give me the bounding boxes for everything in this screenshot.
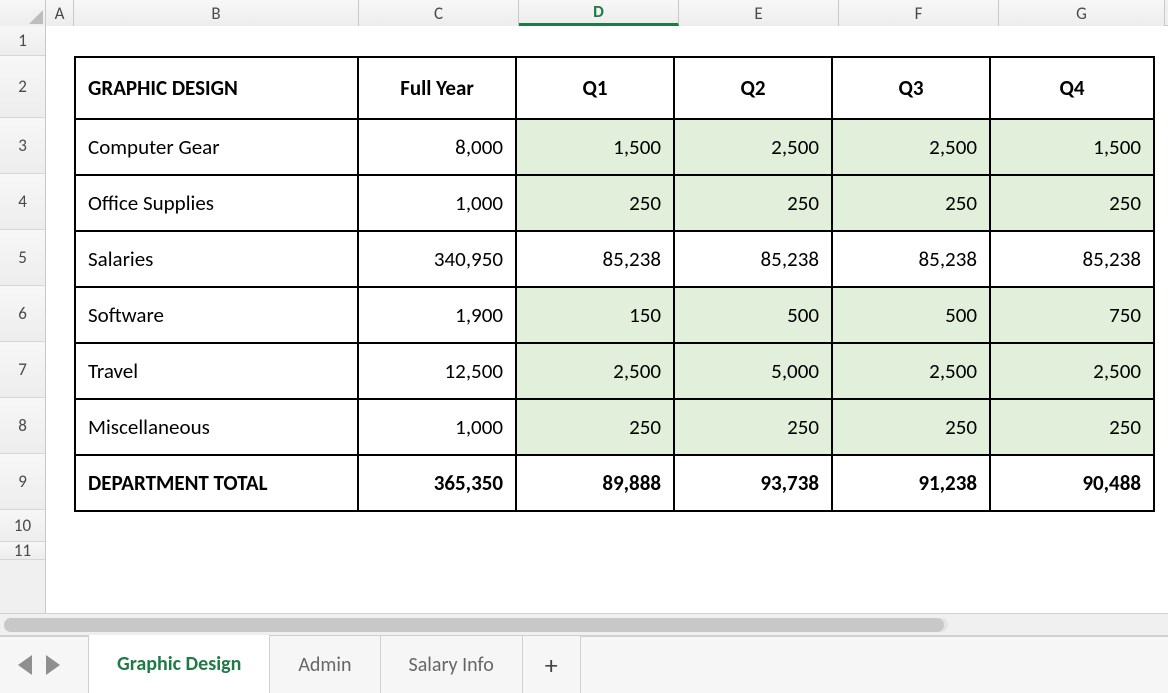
sheet-tab-admin[interactable]: Admin	[270, 636, 380, 693]
cell-q3[interactable]: 85,238	[832, 231, 990, 287]
row-label[interactable]: Travel	[75, 343, 358, 399]
cell-q3[interactable]: 250	[832, 175, 990, 231]
tab-scroll-left-icon[interactable]	[18, 655, 32, 675]
tab-nav-arrows	[18, 655, 60, 675]
table-row: Travel12,5002,5005,0002,5002,500	[75, 343, 1154, 399]
add-sheet-button[interactable]: +	[523, 636, 581, 693]
cell-q4[interactable]: 250	[990, 175, 1154, 231]
cell-q2[interactable]: 250	[674, 399, 832, 455]
cell-q1[interactable]: 250	[516, 399, 674, 455]
budget-table: GRAPHIC DESIGN Full Year Q1 Q2 Q3 Q4 Com…	[74, 56, 1155, 512]
row-label[interactable]: Software	[75, 287, 358, 343]
cell-q4[interactable]: 2,500	[990, 343, 1154, 399]
row-header-6[interactable]: 6	[0, 286, 45, 342]
cell-q1[interactable]: 85,238	[516, 231, 674, 287]
header-full-year[interactable]: Full Year	[358, 57, 516, 119]
header-q2[interactable]: Q2	[674, 57, 832, 119]
cell-q2[interactable]: 85,238	[674, 231, 832, 287]
cell-full-year[interactable]: 1,000	[358, 399, 516, 455]
cell-q4[interactable]: 85,238	[990, 231, 1154, 287]
col-header-B[interactable]: B	[74, 0, 359, 26]
row-label[interactable]: Salaries	[75, 231, 358, 287]
cell-q3[interactable]: 500	[832, 287, 990, 343]
row-header-3[interactable]: 3	[0, 118, 45, 174]
cell-q4[interactable]: 250	[990, 399, 1154, 455]
row-header-7[interactable]: 7	[0, 342, 45, 398]
horizontal-scrollbar[interactable]	[0, 613, 1168, 635]
col-header-C[interactable]: C	[359, 0, 519, 26]
cell-q2[interactable]: 250	[674, 175, 832, 231]
sheet-cells[interactable]: GRAPHIC DESIGN Full Year Q1 Q2 Q3 Q4 Com…	[46, 26, 1168, 613]
cell-q3[interactable]: 250	[832, 399, 990, 455]
total-label[interactable]: DEPARTMENT TOTAL	[75, 455, 358, 511]
row-header-8[interactable]: 8	[0, 398, 45, 454]
row-header-gutter: 1 2 3 4 5 6 7 8 9 10 11	[0, 26, 46, 613]
cell-q1[interactable]: 2,500	[516, 343, 674, 399]
row-header-11[interactable]: 11	[0, 542, 45, 560]
col-header-D[interactable]: D	[519, 0, 679, 26]
table-row: Software1,900150500500750	[75, 287, 1154, 343]
table-row: Office Supplies1,000250250250250	[75, 175, 1154, 231]
cell-full-year[interactable]: 12,500	[358, 343, 516, 399]
grid-area: 1 2 3 4 5 6 7 8 9 10 11 GRAPHIC DESIGN F…	[0, 26, 1168, 613]
row-label[interactable]: Office Supplies	[75, 175, 358, 231]
row-header-9[interactable]: 9	[0, 454, 45, 510]
row-header-10[interactable]: 10	[0, 510, 45, 542]
col-header-E[interactable]: E	[679, 0, 839, 26]
row-label[interactable]: Miscellaneous	[75, 399, 358, 455]
total-q1[interactable]: 89,888	[516, 455, 674, 511]
cell-full-year[interactable]: 340,950	[358, 231, 516, 287]
total-q2[interactable]: 93,738	[674, 455, 832, 511]
cell-q2[interactable]: 500	[674, 287, 832, 343]
cell-q2[interactable]: 5,000	[674, 343, 832, 399]
cell-q2[interactable]: 2,500	[674, 119, 832, 175]
header-q1[interactable]: Q1	[516, 57, 674, 119]
row-header-4[interactable]: 4	[0, 174, 45, 230]
table-row: Computer Gear8,0001,5002,5002,5001,500	[75, 119, 1154, 175]
cell-full-year[interactable]: 8,000	[358, 119, 516, 175]
sheet-tab-bar: Graphic Design Admin Salary Info +	[0, 635, 1168, 693]
col-header-F[interactable]: F	[839, 0, 999, 26]
tab-scroll-right-icon[interactable]	[46, 655, 60, 675]
cell-q4[interactable]: 1,500	[990, 119, 1154, 175]
total-q4[interactable]: 90,488	[990, 455, 1154, 511]
total-full-year[interactable]: 365,350	[358, 455, 516, 511]
cell-q1[interactable]: 250	[516, 175, 674, 231]
cell-q1[interactable]: 1,500	[516, 119, 674, 175]
row-label[interactable]: Computer Gear	[75, 119, 358, 175]
table-body: Computer Gear8,0001,5002,5002,5001,500Of…	[75, 119, 1154, 511]
select-all-corner[interactable]	[0, 0, 46, 26]
header-q4[interactable]: Q4	[990, 57, 1154, 119]
column-header-row: A B C D E F G	[0, 0, 1168, 26]
cell-q1[interactable]: 150	[516, 287, 674, 343]
row-header-5[interactable]: 5	[0, 230, 45, 286]
cell-full-year[interactable]: 1,000	[358, 175, 516, 231]
row-header-2[interactable]: 2	[0, 56, 45, 118]
col-header-G[interactable]: G	[999, 0, 1165, 26]
total-q3[interactable]: 91,238	[832, 455, 990, 511]
table-row: Miscellaneous1,000250250250250	[75, 399, 1154, 455]
sheet-tab-graphic-design[interactable]: Graphic Design	[88, 634, 270, 693]
cell-q3[interactable]: 2,500	[832, 343, 990, 399]
cell-q3[interactable]: 2,500	[832, 119, 990, 175]
row-header-1[interactable]: 1	[0, 26, 45, 56]
sheet-tab-salary-info[interactable]: Salary Info	[381, 636, 523, 693]
col-header-A[interactable]: A	[46, 0, 74, 26]
cell-q4[interactable]: 750	[990, 287, 1154, 343]
table-total-row: DEPARTMENT TOTAL365,35089,88893,73891,23…	[75, 455, 1154, 511]
header-q3[interactable]: Q3	[832, 57, 990, 119]
table-row: Salaries340,95085,23885,23885,23885,238	[75, 231, 1154, 287]
cell-full-year[interactable]: 1,900	[358, 287, 516, 343]
table-title[interactable]: GRAPHIC DESIGN	[75, 57, 358, 119]
hscroll-thumb[interactable]	[4, 618, 944, 632]
